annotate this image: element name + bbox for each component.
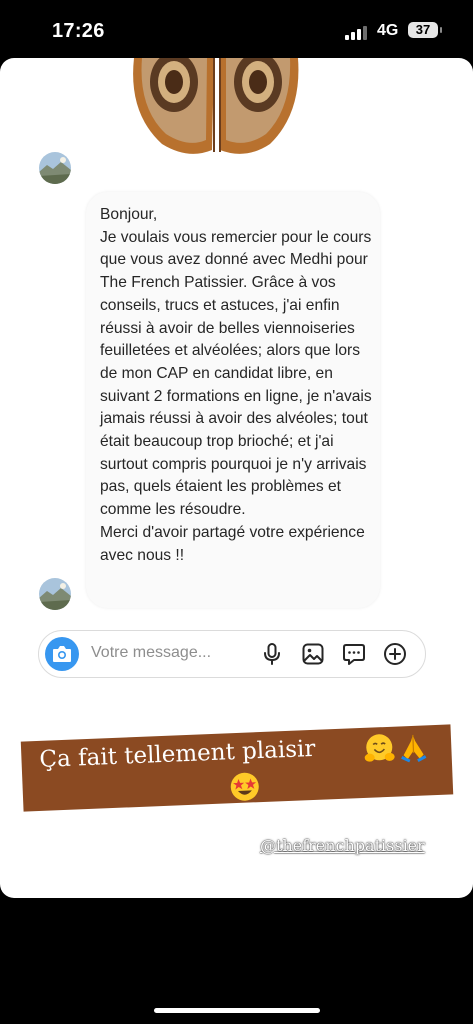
message-input[interactable] xyxy=(91,644,261,662)
story-caption: Ça fait tellement plaisir xyxy=(20,724,454,812)
message-composer xyxy=(38,630,426,678)
battery-icon: 37 xyxy=(408,22,442,38)
star-struck-icon xyxy=(230,772,259,801)
status-bar: 17:26 4G 37 xyxy=(0,0,473,58)
mention-link[interactable]: @thefrenchpatissier xyxy=(260,836,425,855)
sticker-icon[interactable] xyxy=(342,642,366,666)
status-time: 17:26 xyxy=(52,20,105,42)
sender-avatar[interactable] xyxy=(39,152,71,184)
plus-icon[interactable] xyxy=(383,642,407,666)
camera-button[interactable] xyxy=(45,637,79,671)
caption-text: Ça fait tellement plaisir xyxy=(38,735,316,773)
story-card: Bonjour, Je voulais vous remercier pour … xyxy=(0,58,473,898)
hugging-face-icon xyxy=(364,734,395,762)
network-type: 4G xyxy=(377,22,399,39)
microphone-icon[interactable] xyxy=(260,642,284,666)
folded-hands-icon xyxy=(401,734,427,763)
sender-avatar[interactable] xyxy=(39,578,71,610)
gallery-icon[interactable] xyxy=(301,642,325,666)
battery-level: 37 xyxy=(415,22,431,37)
camera-icon xyxy=(53,646,71,662)
pastry-image xyxy=(133,58,299,154)
home-indicator[interactable] xyxy=(154,1008,320,1013)
message-text: Bonjour, Je voulais vous remercier pour … xyxy=(100,206,372,564)
signal-icon xyxy=(345,24,369,40)
message-bubble: Bonjour, Je voulais vous remercier pour … xyxy=(86,192,380,608)
